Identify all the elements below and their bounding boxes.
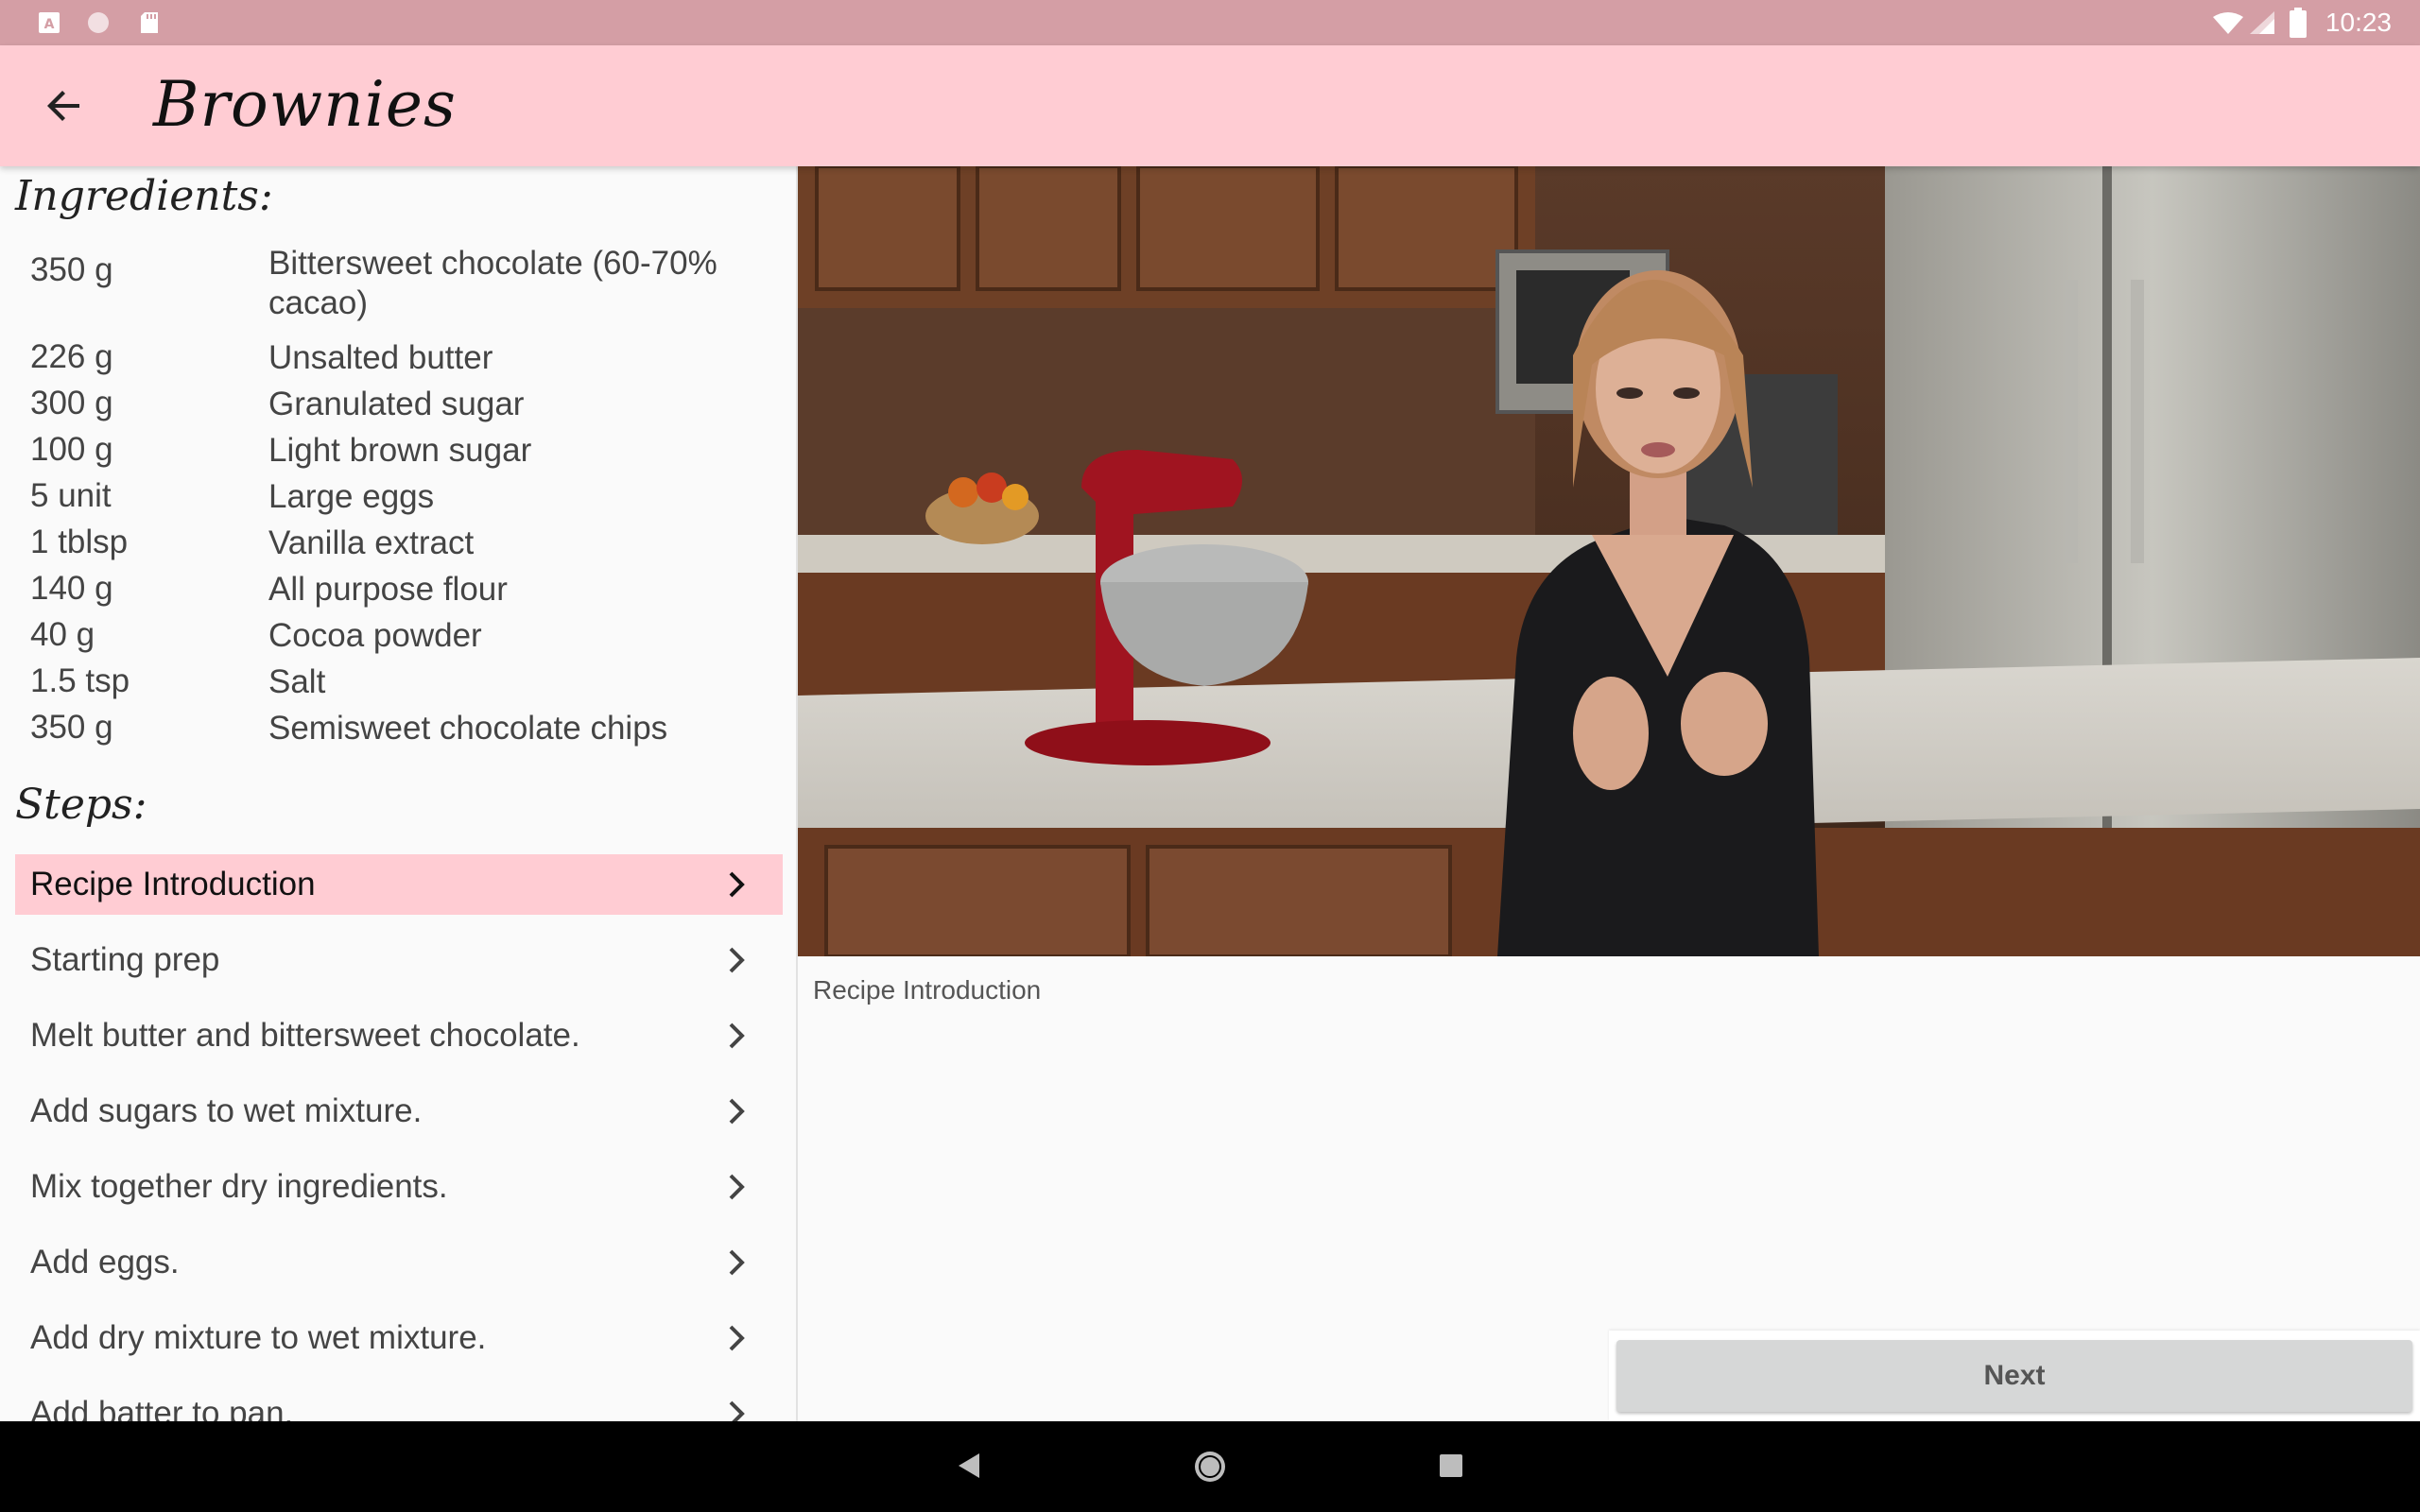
step-label: Add eggs. — [30, 1244, 180, 1280]
system-nav-bar — [0, 1421, 2420, 1512]
ingredient-quantity: 140 g — [30, 570, 113, 607]
chevron-right-icon — [729, 1174, 745, 1200]
step-item-melt-butter[interactable]: Melt butter and bittersweet chocolate. — [15, 1005, 783, 1066]
step-label: Add dry mixture to wet mixture. — [30, 1319, 487, 1356]
sd-card-icon — [141, 12, 158, 33]
ingredients-heading: Ingredients: — [15, 172, 273, 220]
ingredient-quantity: 1.5 tsp — [30, 662, 130, 699]
step-item-recipe-introduction[interactable]: Recipe Introduction — [15, 854, 783, 915]
ingredient-name: Salt — [268, 663, 326, 700]
battery-icon — [2290, 8, 2307, 38]
step-caption: Recipe Introduction — [813, 975, 1042, 1005]
signal-icon — [2250, 11, 2274, 34]
step-label: Recipe Introduction — [30, 866, 316, 902]
ingredient-name: Unsalted butter — [268, 339, 493, 376]
status-bar: A 10:23 — [0, 0, 2420, 45]
home-circle-icon[interactable] — [1193, 1450, 1227, 1484]
ingredient-name: Semisweet chocolate chips — [268, 710, 668, 747]
step-label: Mix together dry ingredients. — [30, 1168, 448, 1205]
ingredient-quantity: 350 g — [30, 251, 113, 288]
ingredient-name: Light brown sugar — [268, 432, 532, 469]
bottom-action-bar: Next — [1609, 1331, 2420, 1421]
step-label: Add batter to pan. — [30, 1395, 294, 1421]
step-label: Add sugars to wet mixture. — [30, 1092, 423, 1129]
ingredient-name: All purpose flour — [268, 571, 508, 608]
circle-icon — [88, 12, 109, 33]
app-bar: Brownies — [0, 45, 2420, 166]
ingredient-quantity: 226 g — [30, 338, 113, 375]
next-button[interactable]: Next — [1616, 1340, 2412, 1412]
ingredient-name: Large eggs — [268, 478, 435, 515]
arrow-left-icon[interactable] — [42, 83, 87, 129]
ingredient-quantity: 100 g — [30, 431, 113, 468]
step-item-starting-prep[interactable]: Starting prep — [15, 930, 783, 990]
clock: 10:23 — [2325, 8, 2392, 37]
chevron-right-icon — [729, 1400, 745, 1421]
recipe-details-panel[interactable]: Ingredients: 350 g Bittersweet chocolate… — [0, 166, 798, 1421]
steps-heading: Steps: — [15, 781, 147, 829]
ingredient-quantity: 300 g — [30, 385, 113, 421]
ingredient-name: Bittersweet chocolate (60-70% cacao) — [268, 245, 717, 321]
video-player[interactable] — [798, 166, 2420, 956]
wifi-icon — [2213, 12, 2243, 34]
video-frame-kitchen — [798, 166, 2420, 956]
ingredient-quantity: 40 g — [30, 616, 95, 653]
chevron-right-icon — [729, 1325, 745, 1351]
back-triangle-icon[interactable] — [957, 1452, 981, 1480]
step-item-mix-dry[interactable]: Mix together dry ingredients. — [15, 1157, 783, 1217]
ingredient-name: Vanilla extract — [268, 524, 475, 561]
step-item-add-dry-to-wet[interactable]: Add dry mixture to wet mixture. — [15, 1308, 783, 1368]
ingredient-name: Cocoa powder — [268, 617, 482, 654]
ingredient-name: Granulated sugar — [268, 386, 525, 422]
step-item-add-sugars[interactable]: Add sugars to wet mixture. — [15, 1081, 783, 1142]
svg-text:A: A — [44, 17, 55, 32]
chevron-right-icon — [729, 871, 745, 898]
ingredient-quantity: 5 unit — [30, 477, 112, 514]
chevron-right-icon — [729, 1022, 745, 1049]
step-item-add-eggs[interactable]: Add eggs. — [15, 1232, 783, 1293]
chevron-right-icon — [729, 1249, 745, 1276]
recents-square-icon[interactable] — [1439, 1453, 1463, 1478]
ingredient-quantity: 1 tblsp — [30, 524, 129, 560]
page-title: Brownies — [153, 68, 457, 141]
chevron-right-icon — [729, 947, 745, 973]
chevron-right-icon — [729, 1098, 745, 1125]
step-label: Melt butter and bittersweet chocolate. — [30, 1017, 580, 1054]
step-item-add-batter[interactable]: Add batter to pan. — [15, 1383, 783, 1421]
text-a-icon: A — [39, 12, 60, 33]
step-label: Starting prep — [30, 941, 220, 978]
ingredient-quantity: 350 g — [30, 709, 113, 746]
